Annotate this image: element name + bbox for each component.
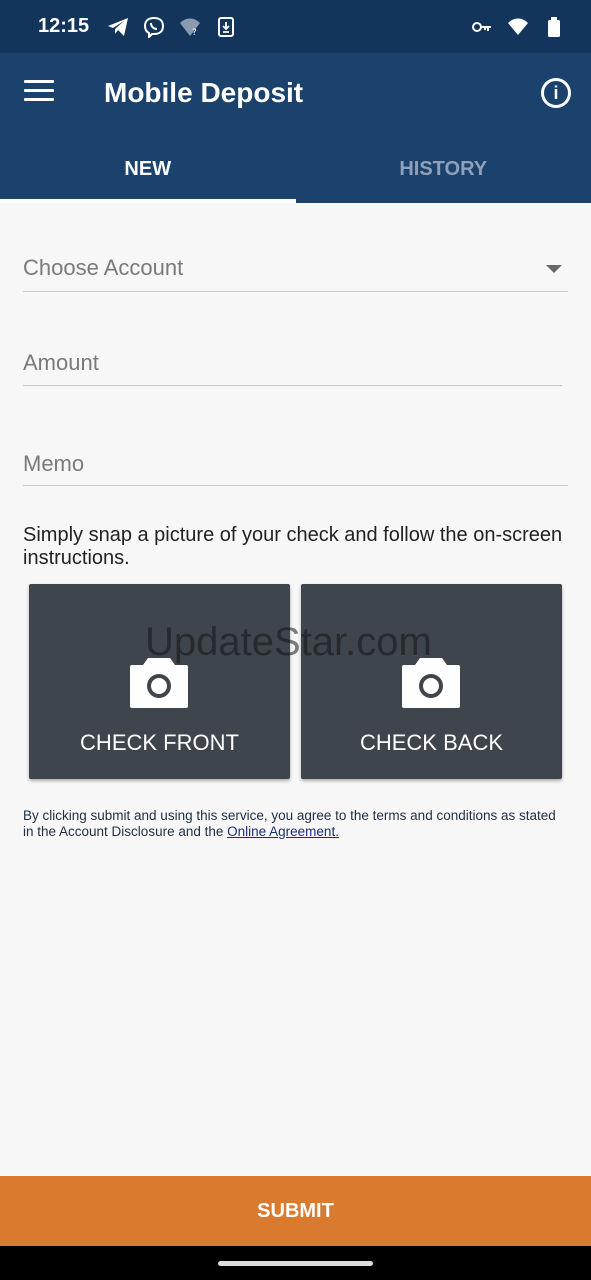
tab-bar: NEW HISTORY: [0, 135, 591, 203]
check-front-label: CHECK FRONT: [80, 730, 239, 755]
app-bar: Mobile Deposit i: [0, 53, 591, 135]
download-icon: [215, 16, 237, 38]
amount-input[interactable]: [23, 350, 562, 376]
dropdown-arrow-icon: [546, 265, 562, 273]
check-front-button[interactable]: CHECK FRONT: [29, 584, 290, 779]
status-bar: 12:15 ?: [0, 0, 591, 53]
tab-history[interactable]: HISTORY: [296, 135, 591, 203]
key-icon: [471, 16, 493, 38]
system-nav-bar: [0, 1246, 591, 1280]
online-agreement-link[interactable]: Online Agreement.: [227, 824, 339, 839]
info-icon[interactable]: i: [541, 78, 571, 108]
svg-text:?: ?: [192, 28, 197, 37]
check-back-label: CHECK BACK: [359, 730, 504, 755]
hamburger-menu-icon[interactable]: [24, 80, 54, 108]
memo-input[interactable]: [23, 451, 568, 477]
terms-text: By clicking submit and using this servic…: [23, 808, 568, 840]
submit-button[interactable]: SUBMIT: [0, 1176, 591, 1246]
check-back-button[interactable]: CHECK BACK: [301, 584, 562, 779]
wifi-question-icon: ?: [179, 16, 201, 38]
wifi-icon: [507, 16, 529, 38]
account-select-placeholder: Choose Account: [23, 255, 184, 280]
amount-field-wrapper: [23, 350, 562, 386]
viber-icon: [143, 16, 165, 38]
home-gesture-pill[interactable]: [218, 1261, 373, 1266]
camera-icon: [130, 658, 188, 708]
battery-icon: [543, 16, 565, 38]
status-time: 12:15: [38, 15, 90, 37]
telegram-icon: [107, 16, 129, 38]
instructions-text: Simply snap a picture of your check and …: [23, 524, 563, 569]
account-select[interactable]: Choose Account: [23, 255, 568, 292]
page-title: Mobile Deposit: [104, 77, 304, 108]
camera-icon: [402, 658, 460, 708]
memo-field-wrapper: [23, 451, 568, 486]
tab-new[interactable]: NEW: [0, 135, 296, 203]
